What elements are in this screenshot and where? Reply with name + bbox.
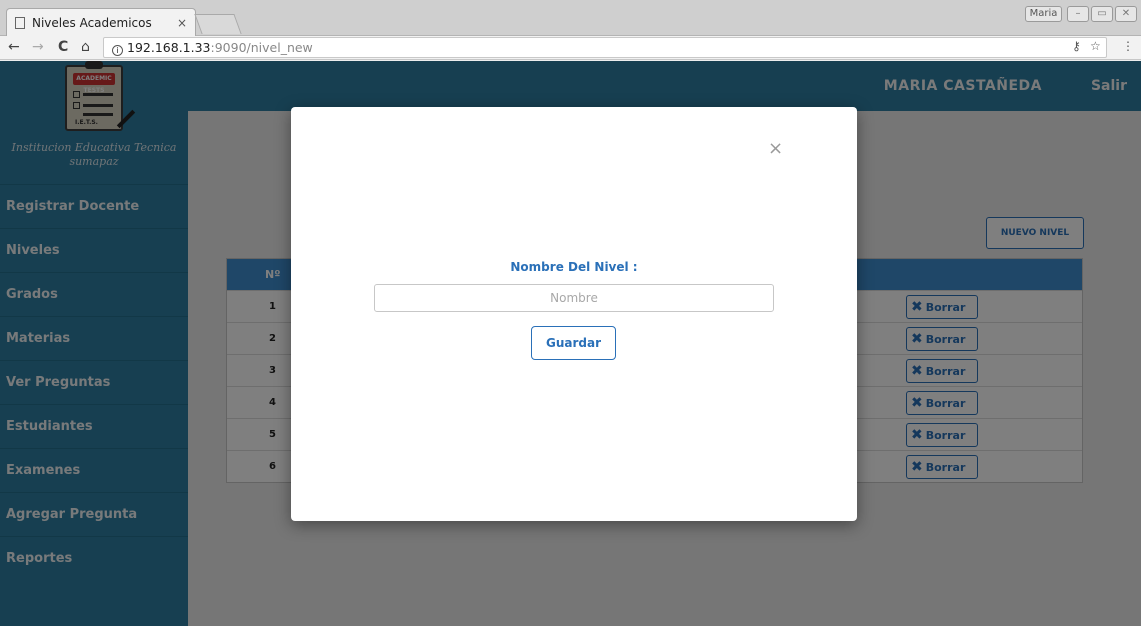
address-bar[interactable]: i 192.168.1.33:9090/nivel_new [103,37,1107,58]
info-icon[interactable]: i [112,45,123,56]
level-name-label: Nombre Del Nivel : [510,260,638,274]
level-name-input[interactable] [374,284,774,312]
url-host: 192.168.1.33 [127,40,211,55]
document-icon [15,16,25,29]
browser-toolbar: ← → C ⌂ i 192.168.1.33:9090/nivel_new ⚷ ☆… [0,36,1141,60]
new-level-modal: × Nombre Del Nivel : Guardar [291,107,857,521]
browser-tab[interactable]: Niveles Academicos × [6,8,196,36]
new-tab-button[interactable] [194,14,242,34]
home-icon[interactable]: ⌂ [81,39,90,55]
tab-close-icon[interactable]: × [177,16,187,30]
tab-title: Niveles Academicos [32,15,152,30]
forward-arrow-icon[interactable]: → [32,39,44,55]
reload-icon[interactable]: C [58,39,68,55]
back-arrow-icon[interactable]: ← [8,39,20,55]
window-user-badge[interactable]: Maria [1025,6,1062,22]
key-icon[interactable]: ⚷ [1072,39,1081,53]
browser-titlebar: Niveles Academicos × Maria – ▭ ✕ [0,0,1141,36]
url-path: :9090/nivel_new [210,40,313,55]
window-close-icon[interactable]: ✕ [1115,6,1137,22]
maximize-icon[interactable]: ▭ [1091,6,1113,22]
bookmark-star-icon[interactable]: ☆ [1090,39,1101,53]
save-button[interactable]: Guardar [531,326,616,360]
browser-menu-icon[interactable]: ⋮ [1122,39,1134,53]
modal-close-icon[interactable]: × [768,140,783,158]
minimize-icon[interactable]: – [1067,6,1089,22]
